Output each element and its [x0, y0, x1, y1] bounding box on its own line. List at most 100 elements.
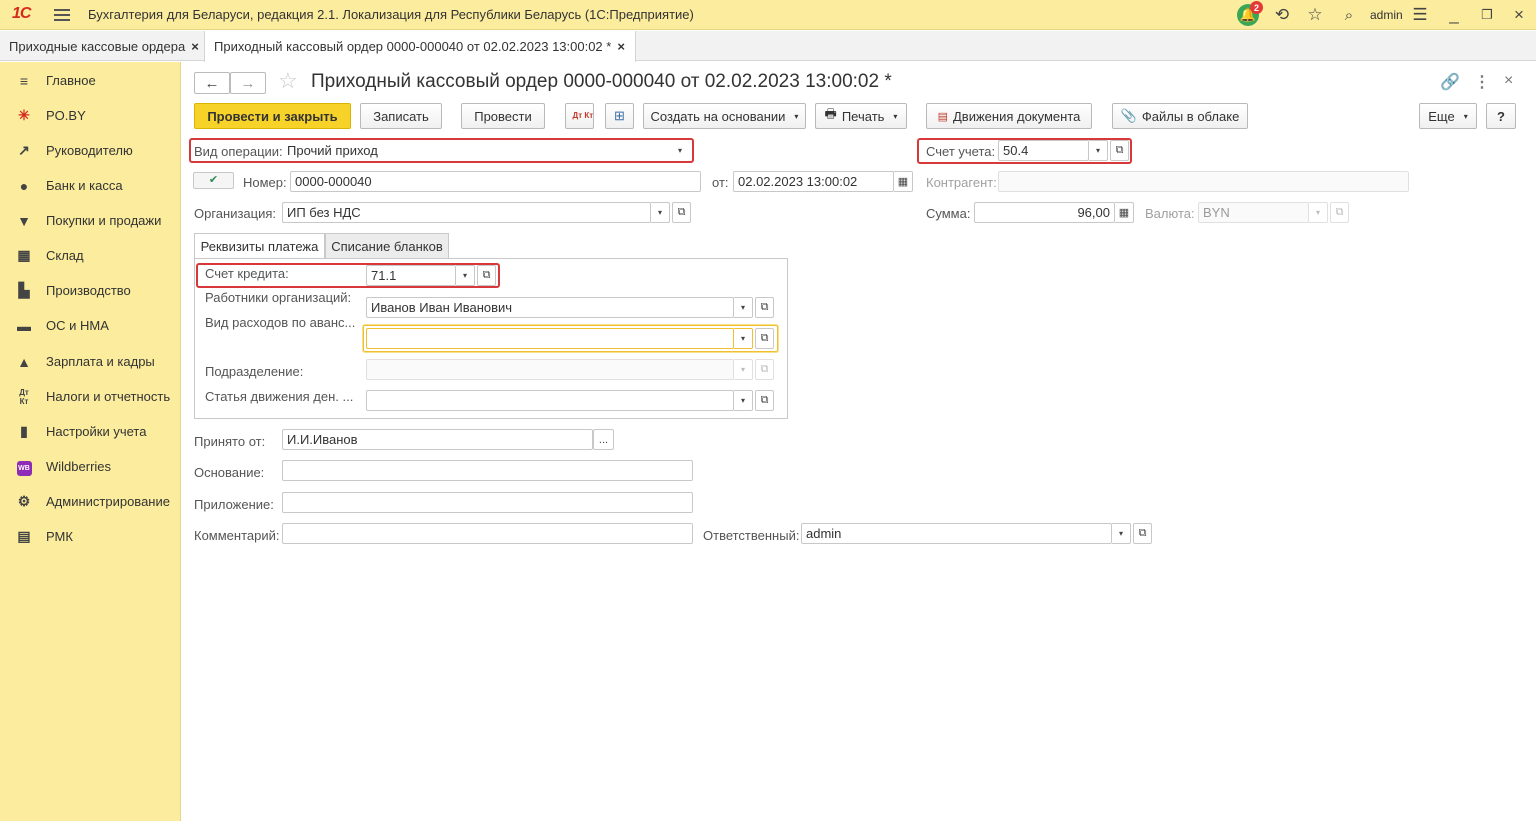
sidebar-item-warehouse[interactable]: ▦ Склад: [0, 238, 181, 273]
calculator-icon[interactable]: ▦: [1115, 202, 1134, 223]
sidebar-item-poby[interactable]: ✳ PO.BY: [0, 98, 181, 133]
chevron-down-icon[interactable]: ▾: [456, 265, 475, 286]
calendar-icon[interactable]: ▦: [894, 171, 913, 192]
expense-type-field[interactable]: [366, 328, 734, 349]
sidebar-item-taxes[interactable]: Дт Кт Налоги и отчетность: [0, 379, 181, 414]
tab-close-icon[interactable]: ×: [191, 39, 199, 54]
open-icon[interactable]: ⧉: [755, 390, 774, 411]
sidebar-item-admin[interactable]: ⚙ Администрирование: [0, 484, 181, 519]
currency-label: Валюта:: [1145, 206, 1195, 221]
chevron-down-icon[interactable]: ▾: [671, 140, 690, 161]
sidebar-item-settings[interactable]: ▮ Настройки учета: [0, 414, 181, 449]
main-menu-icon[interactable]: [54, 6, 70, 22]
sidebar-item-bank[interactable]: ● Банк и касса: [0, 168, 181, 203]
received-from-field[interactable]: И.И.Иванов: [282, 429, 593, 450]
open-icon[interactable]: ⧉: [755, 297, 774, 318]
select-ellipsis-button[interactable]: ...: [593, 429, 614, 450]
forward-button[interactable]: →: [230, 72, 266, 94]
create-based-on-button[interactable]: Создать на основании ▾: [643, 103, 806, 129]
search-icon[interactable]: ⌕: [1338, 4, 1360, 26]
help-button[interactable]: ?: [1486, 103, 1516, 129]
save-button[interactable]: Записать: [360, 103, 442, 129]
account-field[interactable]: 50.4: [998, 140, 1089, 161]
document-movements-button[interactable]: ▤ Движения документа: [926, 103, 1092, 129]
paperclip-icon: 📎: [1120, 108, 1137, 123]
chevron-down-icon[interactable]: ▾: [734, 328, 753, 349]
responsible-field[interactable]: admin: [801, 523, 1112, 544]
structure-button[interactable]: ⊞: [605, 103, 634, 129]
chevron-down-icon[interactable]: ▾: [1112, 523, 1131, 544]
book-icon: ▮: [20, 423, 28, 439]
basis-field[interactable]: [282, 460, 693, 481]
sidebar: ≡ Главное ✳ PO.BY ↗ Руководителю ● Банк и ка…: [0, 62, 181, 821]
tab-cash-order-document[interactable]: Приходный кассовый ордер 0000-000040 от …: [204, 31, 636, 62]
chevron-down-icon[interactable]: ▾: [1089, 140, 1108, 161]
sidebar-item-manager[interactable]: ↗ Руководителю: [0, 133, 181, 168]
open-icon[interactable]: ⧉: [1133, 523, 1152, 544]
responsible-label: Ответственный:: [703, 528, 800, 543]
operation-type-field[interactable]: Прочий приход: [282, 140, 671, 161]
tab-payment-details[interactable]: Реквизиты платежа: [194, 233, 325, 259]
number-field[interactable]: 0000-000040: [290, 171, 701, 192]
sidebar-item-assets[interactable]: ▬ ОС и НМА: [0, 308, 181, 343]
sidebar-item-purchases[interactable]: ▼ Покупки и продажи: [0, 203, 181, 238]
chevron-down-icon[interactable]: ▾: [734, 359, 753, 380]
chevron-down-icon[interactable]: ▾: [1309, 202, 1328, 223]
counterparty-field[interactable]: [998, 171, 1409, 192]
operation-type-label: Вид операции:: [194, 144, 283, 159]
organization-field[interactable]: ИП без НДС: [282, 202, 651, 223]
open-icon[interactable]: ⧉: [1330, 202, 1349, 223]
user-name[interactable]: admin: [1370, 8, 1403, 22]
tab-cash-orders-list[interactable]: Приходные кассовые ордера ×: [0, 31, 209, 61]
close-document-icon[interactable]: ×: [1504, 72, 1513, 90]
open-icon[interactable]: ⧉: [755, 359, 774, 380]
chevron-down-icon[interactable]: ▾: [734, 390, 753, 411]
trend-icon: ↗: [18, 142, 30, 158]
open-icon[interactable]: ⧉: [755, 328, 774, 349]
back-button[interactable]: ←: [194, 72, 230, 94]
attachment-field[interactable]: [282, 492, 693, 513]
sidebar-item-wildberries[interactable]: WB Wildberries: [0, 449, 181, 484]
more-button[interactable]: Еще ▾: [1419, 103, 1477, 129]
open-icon[interactable]: ⧉: [477, 265, 496, 286]
settings-menu-icon[interactable]: ☰: [1409, 4, 1431, 26]
department-label: Подразделение:: [205, 364, 304, 379]
favorites-star-icon[interactable]: ☆: [1304, 4, 1326, 26]
comment-field[interactable]: [282, 523, 693, 544]
post-and-close-button[interactable]: Провести и закрыть: [194, 103, 351, 129]
favorite-star-icon[interactable]: ☆: [278, 68, 298, 94]
department-field[interactable]: [366, 359, 734, 380]
chevron-down-icon[interactable]: ▾: [734, 297, 753, 318]
link-icon[interactable]: 🔗: [1440, 72, 1460, 92]
sidebar-item-production[interactable]: ▙ Производство: [0, 273, 181, 308]
close-window-icon[interactable]: ×: [1508, 4, 1530, 26]
sidebar-item-salary[interactable]: ▲ Зарплата и кадры: [0, 344, 181, 379]
date-field[interactable]: 02.02.2023 13:00:02: [733, 171, 894, 192]
post-button[interactable]: Провести: [461, 103, 545, 129]
cash-flow-field[interactable]: [366, 390, 734, 411]
more-vert-icon[interactable]: ⋮: [1474, 72, 1490, 92]
chevron-down-icon: ▾: [893, 111, 898, 121]
cloud-files-button[interactable]: 📎 Файлы в облаке: [1112, 103, 1248, 129]
dt-kt-button[interactable]: Дт Кт: [565, 103, 594, 129]
sidebar-item-rmk[interactable]: ▤ РМК: [0, 519, 181, 554]
warehouse-icon: ▦: [17, 247, 31, 263]
minimize-icon[interactable]: _: [1443, 4, 1465, 26]
history-icon[interactable]: ⟲: [1271, 4, 1293, 26]
open-icon[interactable]: ⧉: [672, 202, 691, 223]
sum-field[interactable]: 96,00: [974, 202, 1115, 223]
date-label: от:: [712, 175, 729, 190]
currency-field[interactable]: BYN: [1198, 202, 1309, 223]
tab-close-icon[interactable]: ×: [617, 39, 625, 54]
credit-account-field[interactable]: 71.1: [366, 265, 456, 286]
comment-label: Комментарий:: [194, 528, 280, 543]
coin-icon: ●: [19, 177, 29, 194]
tab-forms-write-off[interactable]: Списание бланков: [325, 233, 449, 259]
maximize-icon[interactable]: ❐: [1476, 4, 1498, 26]
open-icon[interactable]: ⧉: [1110, 140, 1129, 161]
print-button[interactable]: 🖶 Печать ▾: [815, 103, 907, 129]
sidebar-item-main[interactable]: ≡ Главное: [0, 63, 181, 98]
employees-label: Работники организаций:: [205, 290, 352, 305]
employees-field[interactable]: Иванов Иван Иванович: [366, 297, 734, 318]
chevron-down-icon[interactable]: ▾: [651, 202, 670, 223]
